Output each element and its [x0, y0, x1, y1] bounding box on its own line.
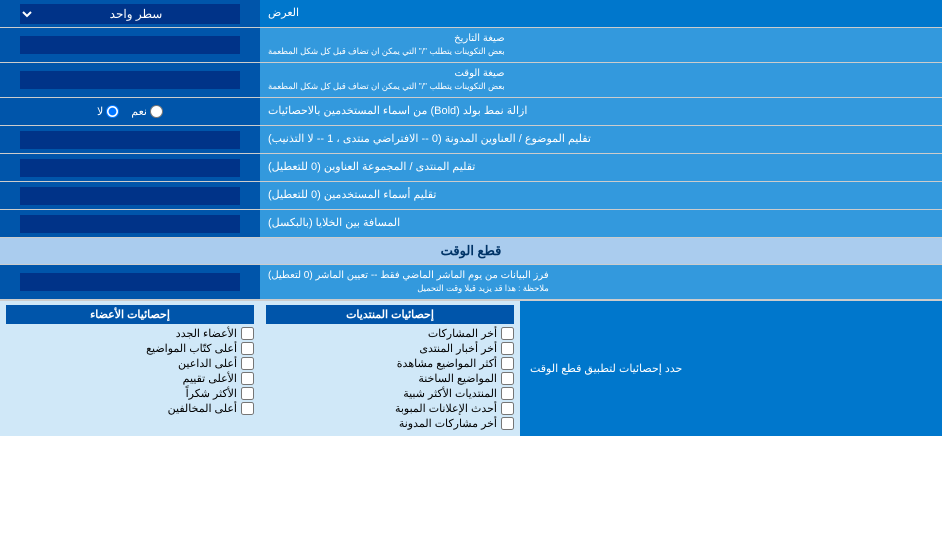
header-row: العرض سطر واحد سطران ثلاثة أسطر [0, 0, 942, 28]
checkboxes-grid: إحصائيات المنتديات أخر المشاركات أخر أخب… [0, 301, 520, 436]
trim-subject-row: تقليم الموضوع / العناوين المدونة (0 -- ا… [0, 126, 942, 154]
checkbox-latest-posts[interactable] [501, 327, 514, 340]
checkboxes-section: حدد إحصائيات لتطبيق قطع الوقت إحصائيات ا… [0, 300, 942, 436]
checkbox-row: الأعلى تقييم [6, 372, 254, 385]
checkbox-row: أعلى الداعين [6, 357, 254, 370]
trim-forum-row: تقليم المنتدى / المجموعة العناوين (0 للت… [0, 154, 942, 182]
radio-no[interactable] [106, 105, 119, 118]
checkbox-row: الأكثر شكراً [6, 387, 254, 400]
checkbox-row: أخر مشاركات المدونة [266, 417, 514, 430]
checkbox-top-violators[interactable] [241, 402, 254, 415]
trim-forum-input[interactable]: 33 [20, 159, 240, 177]
trim-subject-input-cell: 33 [0, 126, 260, 153]
checkbox-top-callers[interactable] [241, 357, 254, 370]
remove-bold-radio-cell: نعم لا [0, 98, 260, 125]
remove-bold-row: ازالة نمط بولد (Bold) من اسماء المستخدمي… [0, 98, 942, 126]
time-cut-row: فرز البيانات من يوم الماشر الماضي فقط --… [0, 265, 942, 300]
trim-users-row: تقليم أسماء المستخدمين (0 للتعطيل) 0 [0, 182, 942, 210]
header-label: العرض [260, 0, 942, 27]
radio-yes-label[interactable]: نعم [131, 105, 163, 118]
checkbox-row: أعلى المخالفين [6, 402, 254, 415]
date-format-label: صيغة التاريخبعض التكوينات يتطلب "/" التي… [260, 28, 942, 62]
checkbox-hot-topics[interactable] [501, 372, 514, 385]
trim-users-input[interactable]: 0 [20, 187, 240, 205]
checkbox-row: أكثر المواضيع مشاهدة [266, 357, 514, 370]
cell-spacing-input-cell: 2 [0, 210, 260, 237]
checkbox-blog-posts[interactable] [501, 417, 514, 430]
remove-bold-label: ازالة نمط بولد (Bold) من اسماء المستخدمي… [260, 98, 942, 125]
checkbox-announcements[interactable] [501, 402, 514, 415]
checkbox-forum-news[interactable] [501, 342, 514, 355]
time-cut-header: قطع الوقت [0, 238, 942, 265]
trim-subject-label: تقليم الموضوع / العناوين المدونة (0 -- ا… [260, 126, 942, 153]
time-format-label: صيغة الوقتبعض التكوينات يتطلب "/" التي ي… [260, 63, 942, 97]
checkbox-most-thanks[interactable] [241, 387, 254, 400]
date-format-input-cell: d-m [0, 28, 260, 62]
lines-select[interactable]: سطر واحد سطران ثلاثة أسطر [20, 4, 240, 24]
time-format-row: صيغة الوقتبعض التكوينات يتطلب "/" التي ي… [0, 63, 942, 98]
checkbox-row: المنتديات الأكثر شبية [266, 387, 514, 400]
trim-subject-input[interactable]: 33 [20, 131, 240, 149]
checkbox-row: أخر أخبار المنتدى [266, 342, 514, 355]
time-cut-label: فرز البيانات من يوم الماشر الماضي فقط --… [260, 265, 942, 299]
radio-no-label[interactable]: لا [97, 105, 119, 118]
checkbox-row: المواضيع الساخنة [266, 372, 514, 385]
checkbox-top-rated[interactable] [241, 372, 254, 385]
time-format-input-cell: H:i [0, 63, 260, 97]
trim-forum-label: تقليم المنتدى / المجموعة العناوين (0 للت… [260, 154, 942, 181]
date-format-input[interactable]: d-m [20, 36, 240, 54]
checkbox-row: أخر المشاركات [266, 327, 514, 340]
checkbox-most-like[interactable] [501, 387, 514, 400]
cell-spacing-label: المسافة بين الخلايا (بالبكسل) [260, 210, 942, 237]
time-cut-input-cell: 0 [0, 265, 260, 299]
col2-header: إحصائيات الأعضاء [6, 305, 254, 324]
checkbox-new-members[interactable] [241, 327, 254, 340]
member-stats-col: إحصائيات الأعضاء الأعضاء الجدد أعلى كتّا… [0, 301, 260, 436]
cell-spacing-input[interactable]: 2 [20, 215, 240, 233]
header-select-cell: سطر واحد سطران ثلاثة أسطر [0, 0, 260, 27]
trim-forum-input-cell: 33 [0, 154, 260, 181]
cell-spacing-row: المسافة بين الخلايا (بالبكسل) 2 [0, 210, 942, 238]
checkbox-row: أعلى كتّاب المواضيع [6, 342, 254, 355]
col1-header: إحصائيات المنتديات [266, 305, 514, 324]
apply-label-cell: حدد إحصائيات لتطبيق قطع الوقت [520, 301, 942, 436]
checkbox-row: أحدث الإعلانات المبوبة [266, 402, 514, 415]
trim-users-input-cell: 0 [0, 182, 260, 209]
date-format-row: صيغة التاريخبعض التكوينات يتطلب "/" التي… [0, 28, 942, 63]
checkbox-most-viewed[interactable] [501, 357, 514, 370]
main-container: العرض سطر واحد سطران ثلاثة أسطر صيغة الت… [0, 0, 942, 436]
trim-users-label: تقليم أسماء المستخدمين (0 للتعطيل) [260, 182, 942, 209]
checkbox-top-writers[interactable] [241, 342, 254, 355]
checkbox-row: الأعضاء الجدد [6, 327, 254, 340]
forum-stats-col: إحصائيات المنتديات أخر المشاركات أخر أخب… [260, 301, 520, 436]
time-cut-input[interactable]: 0 [20, 273, 240, 291]
time-format-input[interactable]: H:i [20, 71, 240, 89]
radio-yes[interactable] [150, 105, 163, 118]
